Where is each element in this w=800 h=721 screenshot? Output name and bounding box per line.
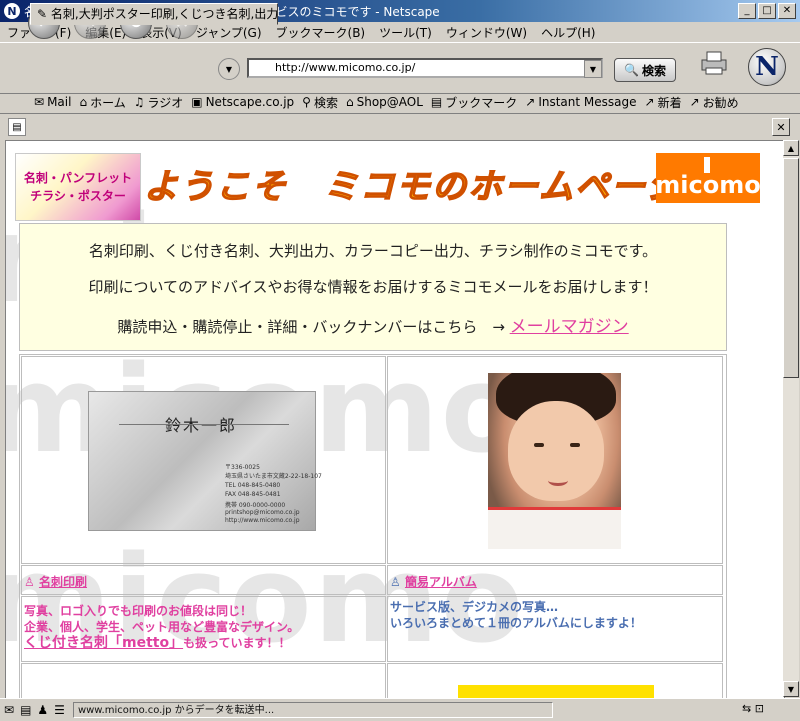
album-link[interactable]: 簡易アルバム	[405, 575, 477, 589]
personal-item-instant-message[interactable]: ↗ Instant Message	[525, 95, 636, 109]
personal-item-radio[interactable]: ♫ ラジオ	[134, 94, 184, 111]
menu-bookmarks[interactable]: ブックマーク(B)	[269, 24, 373, 41]
url-dropdown-button[interactable]: ▼	[584, 60, 602, 78]
business-card-link[interactable]: 名刺印刷	[39, 575, 87, 589]
personal-item-bookmarks[interactable]: ▤ ブックマーク	[431, 94, 517, 111]
info-line: 購読申込・購読停止・詳細・バックナンバーはこちら → メールマガジン	[117, 317, 629, 337]
chevron-down-icon: ▼	[225, 64, 233, 74]
link-icon: ↗	[644, 95, 655, 109]
composer-icon[interactable]: ▤	[20, 703, 31, 717]
tab-page-icon: ✎	[37, 7, 51, 21]
netscape-logo-icon[interactable]: N	[748, 48, 786, 86]
personal-item-mail[interactable]: ✉ Mail	[34, 95, 71, 109]
metto-link[interactable]: くじ付き名刺「metto」	[24, 635, 183, 651]
tab-label: 名刺,大判ポスター印刷,くじつき名刺,出力サ...	[50, 7, 278, 21]
menu-tools[interactable]: ツール(T)	[372, 24, 439, 41]
mail-icon: ✉	[34, 95, 45, 109]
baby-photo[interactable]	[488, 373, 621, 549]
minimize-button[interactable]: _	[738, 3, 756, 19]
bottom-banner[interactable]	[458, 685, 654, 698]
business-card-description: 写真、ロゴ入りでも印刷のお値段は同じ！ 企業、個人、学生、ペット用など豊富なデザ…	[24, 604, 300, 651]
micomo-logo: micomo	[655, 153, 761, 203]
link-icon: ↗	[525, 95, 536, 109]
personal-item-netscape[interactable]: ▣ Netscape.co.jp	[191, 95, 294, 109]
scroll-up-button[interactable]: ▲	[783, 140, 799, 156]
chevron-down-icon: ▼	[589, 64, 597, 74]
category-business-cards[interactable]: ♙ 名刺印刷	[24, 573, 87, 590]
banner-left-line: チラシ・ポスター	[30, 189, 126, 203]
mail-icon[interactable]: ✉	[4, 703, 14, 717]
stamp-icon: ♙	[390, 575, 405, 589]
vertical-scrollbar[interactable]: ▲ ▼	[783, 140, 799, 697]
url-input[interactable]: http://www.micomo.co.jp/	[247, 58, 603, 78]
netscape-app-icon[interactable]: N	[4, 3, 20, 19]
arrow-down-icon: ▼	[787, 684, 795, 694]
stamp-icon: ♙	[24, 575, 39, 589]
personal-item-home[interactable]: ⌂ ホーム	[79, 94, 125, 111]
status-bar: ✉ ▤ ♟ ☰ www.micomo.co.jp からデータを転送中... ⇆ …	[0, 698, 800, 721]
personal-item-recommend[interactable]: ↗ お勧め	[690, 94, 739, 111]
search-button[interactable]: 🔍 検索	[614, 58, 676, 82]
my-icon: ▣	[191, 95, 203, 109]
logo-text: micomo	[655, 171, 761, 199]
magnifier-icon: 🔍	[624, 63, 639, 77]
info-line: 名刺印刷、くじ付き名刺、大判出力、カラーコピー出力、チラシ制作のミコモです。	[88, 242, 658, 260]
search-icon: ⚲	[302, 95, 311, 109]
album-description: サービス版、デジカメの写真… いろいろまとめて１冊のアルバムにしますよ！	[390, 600, 642, 630]
banner-left[interactable]: 名刺・パンフレット チラシ・ポスター	[15, 153, 141, 221]
shop-icon: ⌂	[345, 95, 354, 109]
personal-item-new[interactable]: ↗ 新着	[645, 94, 682, 111]
maximize-button[interactable]: □	[758, 3, 776, 19]
menu-window[interactable]: ウィンドウ(W)	[439, 24, 534, 41]
close-tab-button[interactable]: ✕	[772, 118, 790, 136]
im-icon[interactable]: ♟	[37, 703, 48, 717]
home-icon: ⌂	[79, 95, 88, 109]
menu-go[interactable]: ジャンプ(G)	[189, 24, 269, 41]
url-history-dropdown[interactable]: ▼	[218, 58, 240, 80]
mail-magazine-link[interactable]: メールマガジン	[510, 317, 629, 337]
info-box: 名刺印刷、くじ付き名刺、大判出力、カラーコピー出力、チラシ制作のミコモです。 印…	[19, 223, 727, 351]
bookmark-icon: ▤	[430, 95, 443, 109]
personal-toolbar: ✉ Mail ⌂ ホーム ♫ ラジオ ▣ Netscape.co.jp ⚲ 検索 ⌂ Sho…	[0, 92, 800, 112]
personal-item-shop[interactable]: ⌂ Shop@AOL	[346, 95, 423, 109]
connection-icon: ⇆ ⊡	[742, 702, 764, 715]
personal-item-search[interactable]: ⚲ 検索	[302, 94, 338, 111]
link-icon: ↗	[689, 95, 700, 109]
new-tab-icon[interactable]: ▤	[8, 118, 26, 136]
status-message: www.micomo.co.jp からデータを転送中...	[72, 702, 553, 718]
menu-help[interactable]: ヘルプ(H)	[534, 24, 602, 41]
arrow-up-icon: ▲	[787, 143, 795, 153]
address-book-icon[interactable]: ☰	[54, 703, 65, 717]
business-card-image[interactable]: 鈴木一郎 〒336-0025 埼玉県さいたま市文蔵2-22-18-107 TEL…	[88, 391, 322, 531]
radio-icon: ♫	[133, 95, 145, 109]
close-window-button[interactable]: ✕	[778, 3, 796, 19]
print-icon[interactable]	[700, 50, 728, 76]
scroll-down-button[interactable]: ▼	[783, 681, 799, 697]
category-album[interactable]: ♙ 簡易アルバム	[390, 573, 477, 590]
tab-micomo[interactable]: ✎ 名刺,大判ポスター印刷,くじつき名刺,出力サ...	[30, 3, 278, 25]
scroll-thumb[interactable]	[783, 158, 799, 378]
page-content: micomo micomo micomo 名刺・パンフレット チラシ・ポスター …	[5, 140, 785, 699]
info-line: 印刷についてのアドバイスやお得な情報をお届けするミコモメールをお届けします！	[88, 278, 658, 296]
banner-left-line: 名刺・パンフレット	[23, 171, 133, 185]
tab-bar	[0, 113, 800, 140]
search-button-label: 検索	[641, 63, 666, 78]
